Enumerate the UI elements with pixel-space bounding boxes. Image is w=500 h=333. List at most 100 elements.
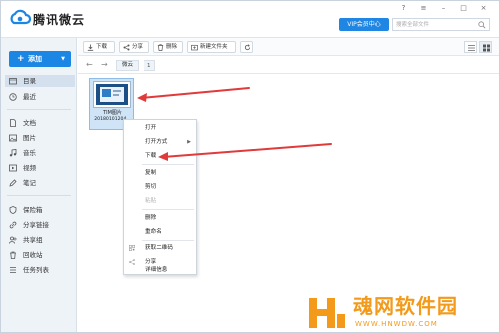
sidebar-item-shared-groups[interactable]: 共享组 [5, 234, 75, 246]
new-folder-icon [191, 44, 198, 51]
new-folder-button[interactable]: 新建文件夹 [187, 41, 236, 53]
vip-center-button[interactable]: VIP会员中心 [339, 18, 389, 31]
menu-item-cut[interactable]: 剪切 [124, 181, 196, 193]
new-folder-label: 新建文件夹 [200, 44, 228, 50]
search-box[interactable] [392, 18, 490, 31]
sidebar-item-label: 图片 [23, 134, 36, 142]
sidebar-item-label: 任务列表 [23, 266, 49, 274]
download-label: 下载 [96, 44, 108, 50]
sidebar-item-directory[interactable]: 目录 [5, 75, 75, 87]
forward-arrow-icon[interactable]: → [101, 60, 108, 70]
task-list-icon [10, 267, 16, 273]
sidebar-item-videos[interactable]: 视频 [5, 162, 75, 174]
close-icon[interactable]: × [479, 4, 488, 12]
sidebar-item-label: 最近 [23, 93, 36, 101]
grid-view-button[interactable] [479, 41, 492, 53]
menu-item-delete[interactable]: 删除 [124, 212, 196, 224]
breadcrumb-root[interactable]: 微云 [116, 60, 140, 71]
sidebar-item-label: 视频 [23, 164, 36, 172]
sidebar-divider [7, 109, 71, 110]
sidebar-item-recycle-bin[interactable]: 回收站 [5, 249, 75, 261]
menu-divider [142, 164, 194, 165]
sidebar-divider [7, 195, 71, 196]
group-icon [9, 236, 17, 244]
menu-item-rename[interactable]: 重命名 [124, 226, 196, 238]
file-name: TIM图片 [103, 110, 122, 116]
watermark-url: WWW.HNWDW.COM [355, 320, 438, 328]
add-button-label: 添加 [28, 55, 42, 63]
breadcrumb: ← → 微云 1 [78, 57, 499, 74]
document-icon [10, 119, 16, 127]
title-bar: 腾讯微云 VIP会员中心 ? ≡ – □ × [1, 1, 499, 38]
item-count: 1 [144, 60, 155, 71]
app-title: 腾讯微云 [33, 13, 86, 27]
note-icon [9, 179, 17, 187]
download-icon [87, 44, 94, 51]
annotation-arrow-file [137, 87, 250, 102]
menu-item-download[interactable]: 下载 [124, 150, 196, 162]
minimize-icon[interactable]: – [439, 4, 448, 12]
sidebar-item-recent[interactable]: 最近 [5, 91, 75, 103]
chevron-down-icon[interactable]: ▼ [61, 51, 65, 67]
weiyun-logo [10, 9, 31, 25]
delete-button[interactable]: 删除 [153, 41, 183, 53]
delete-label: 删除 [166, 44, 178, 50]
add-button[interactable]: + 添加 ▼ [9, 51, 71, 67]
menu-item-qrcode[interactable]: 获取二维码 [124, 242, 196, 254]
sidebar-item-documents[interactable]: 文档 [5, 117, 75, 129]
menu-item-details[interactable]: 详细信息 [124, 265, 196, 275]
back-arrow-icon[interactable]: ← [86, 60, 93, 70]
sidebar-item-share-links[interactable]: 分享链接 [5, 219, 75, 231]
refresh-button[interactable] [240, 41, 253, 53]
search-icon[interactable] [478, 21, 486, 29]
sidebar-item-label: 回收站 [23, 251, 43, 259]
sidebar: + 添加 ▼ 目录 最近 文档 图片 音乐 视频 笔记 保险箱 分享链接 共享组… [1, 38, 77, 332]
music-icon [9, 149, 17, 157]
download-button[interactable]: 下载 [83, 41, 115, 53]
sidebar-item-label: 共享组 [23, 236, 43, 244]
sidebar-item-images[interactable]: 图片 [5, 132, 75, 144]
menu-item-open[interactable]: 打开 [124, 122, 196, 134]
plus-icon: + [17, 54, 25, 64]
video-icon [9, 164, 17, 172]
file-thumbnail [94, 82, 130, 107]
sidebar-item-safe[interactable]: 保险箱 [5, 204, 75, 216]
context-menu: 打开 打开方式 ▶ 下载 复制 剪切 粘贴 删除 重命名 获取二维码 分享 详细… [123, 119, 197, 275]
share-icon [123, 44, 130, 51]
submenu-arrow-icon: ▶ [187, 139, 191, 145]
grid-view-icon [483, 44, 490, 52]
menu-icon[interactable]: ≡ [419, 4, 428, 12]
sidebar-item-task-list[interactable]: 任务列表 [5, 264, 75, 276]
sidebar-item-music[interactable]: 音乐 [5, 147, 75, 159]
watermark-title: 魂网软件园 [353, 294, 458, 318]
folder-icon [9, 78, 17, 85]
menu-item-paste: 粘贴 [145, 198, 157, 204]
maximize-icon[interactable]: □ [459, 4, 468, 12]
sidebar-item-label: 音乐 [23, 149, 36, 157]
trash-icon [157, 44, 164, 51]
share-button[interactable]: 分享 [119, 41, 149, 53]
sidebar-item-label: 笔记 [23, 179, 36, 187]
toolbar: 下载 分享 删除 新建文件夹 [78, 38, 499, 56]
menu-divider [142, 209, 194, 210]
refresh-icon [244, 44, 251, 51]
image-icon [9, 134, 17, 142]
sidebar-item-label: 分享链接 [23, 221, 49, 229]
menu-divider [142, 240, 194, 241]
link-icon [9, 221, 17, 229]
list-view-icon [468, 45, 475, 51]
sidebar-item-label: 保险箱 [23, 206, 43, 214]
sidebar-item-label: 目录 [23, 77, 36, 85]
qrcode-icon [129, 245, 135, 251]
menu-item-copy[interactable]: 复制 [124, 167, 196, 179]
help-icon[interactable]: ? [399, 4, 408, 12]
safe-icon [9, 206, 17, 214]
list-view-button[interactable] [464, 41, 477, 53]
search-input[interactable] [396, 20, 476, 30]
menu-item-open-with[interactable]: 打开方式 ▶ [124, 136, 196, 148]
share-label: 分享 [132, 44, 144, 50]
watermark-logo [309, 298, 345, 328]
sidebar-item-label: 文档 [23, 119, 36, 127]
sidebar-item-notes[interactable]: 笔记 [5, 177, 75, 189]
weiyun-window: 腾讯微云 VIP会员中心 ? ≡ – □ × + 添加 ▼ 目录 最近 [0, 0, 500, 333]
